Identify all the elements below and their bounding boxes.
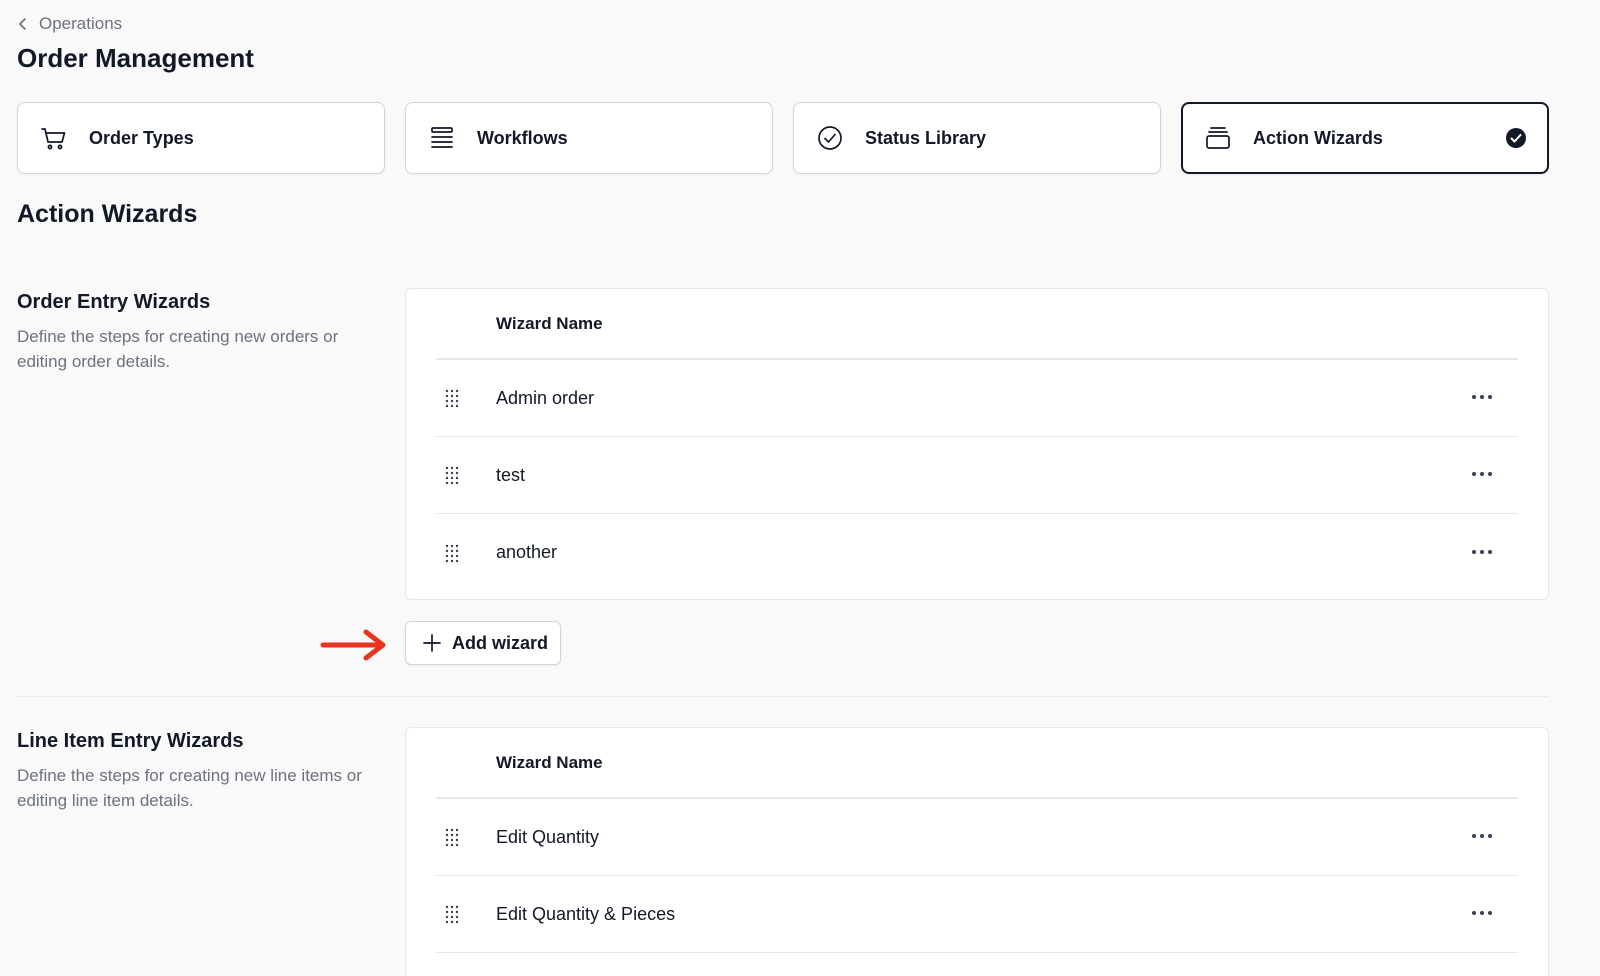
tab-bar: Order Types Workflows Status Library Act… bbox=[17, 102, 1549, 174]
annotation-arrow-icon bbox=[320, 629, 386, 661]
group-description: Define the steps for creating new orders… bbox=[17, 327, 339, 371]
more-options-icon[interactable] bbox=[1471, 908, 1493, 918]
add-wizard-button[interactable]: Add wizard bbox=[405, 621, 561, 665]
group-title: Order Entry Wizards bbox=[17, 291, 211, 313]
column-header-wizard-name: Wizard Name bbox=[436, 289, 1518, 360]
drag-handle-icon[interactable] bbox=[436, 827, 496, 847]
wizard-name: Admin order bbox=[496, 387, 595, 408]
wizard-name: test bbox=[496, 464, 526, 485]
line-item-entry-group-label: Line Item Entry Wizards Define the steps… bbox=[17, 730, 387, 813]
column-header-wizard-name: Wizard Name bbox=[436, 728, 1518, 799]
wizard-name: Edit Quantity bbox=[496, 826, 600, 847]
wizard-name: another bbox=[496, 542, 558, 562]
drag-handle-icon[interactable] bbox=[436, 465, 496, 485]
more-options-icon[interactable] bbox=[1471, 469, 1493, 479]
order-entry-group-label: Order Entry Wizards Define the steps for… bbox=[17, 291, 387, 374]
breadcrumb[interactable]: Operations bbox=[17, 13, 122, 35]
tab-label: Action Wizards bbox=[1253, 127, 1383, 148]
chevron-left-icon bbox=[19, 18, 26, 30]
more-options-icon[interactable] bbox=[1471, 392, 1493, 402]
table-row[interactable]: Edit Quantity & Pieces bbox=[436, 876, 1518, 953]
order-entry-wizards-table: Wizard Name Admin order test another bbox=[405, 288, 1549, 600]
group-description: Define the steps for creating new line i… bbox=[17, 766, 362, 810]
drag-handle-icon[interactable] bbox=[436, 904, 496, 924]
tab-action-wizards[interactable]: Action Wizards bbox=[1181, 102, 1549, 174]
check-circle-icon bbox=[815, 123, 845, 153]
page-title: Order Management bbox=[17, 43, 254, 73]
drag-handle-icon[interactable] bbox=[436, 543, 496, 563]
cart-icon bbox=[39, 123, 69, 153]
drag-handle-icon[interactable] bbox=[436, 388, 496, 408]
group-title: Line Item Entry Wizards bbox=[17, 730, 244, 752]
tab-label: Order Types bbox=[89, 127, 194, 148]
tab-label: Workflows bbox=[477, 127, 568, 148]
plus-icon bbox=[423, 634, 441, 652]
tab-order-types[interactable]: Order Types bbox=[17, 102, 385, 174]
line-item-entry-wizards-table: Wizard Name Edit Quantity Edit Quantity … bbox=[405, 727, 1549, 976]
more-options-icon[interactable] bbox=[1471, 831, 1493, 841]
more-options-icon[interactable] bbox=[1471, 547, 1493, 557]
selected-check-icon bbox=[1506, 128, 1526, 148]
tab-status-library[interactable]: Status Library bbox=[793, 102, 1161, 174]
tab-label: Status Library bbox=[865, 127, 987, 148]
breadcrumb-label: Operations bbox=[39, 14, 123, 33]
section-divider bbox=[17, 696, 1549, 697]
archive-box-icon bbox=[1203, 123, 1233, 153]
wizard-name: Edit Quantity & Pieces bbox=[496, 903, 676, 924]
table-row[interactable]: test bbox=[436, 437, 1518, 514]
table-row[interactable]: Admin order bbox=[436, 360, 1518, 437]
section-title: Action Wizards bbox=[17, 200, 198, 228]
tab-workflows[interactable]: Workflows bbox=[405, 102, 773, 174]
table-row[interactable]: Edit Quantity bbox=[436, 799, 1518, 876]
stacked-lines-icon bbox=[427, 123, 457, 153]
table-row[interactable]: another bbox=[436, 514, 1518, 591]
add-wizard-label: Add wizard bbox=[452, 632, 549, 653]
